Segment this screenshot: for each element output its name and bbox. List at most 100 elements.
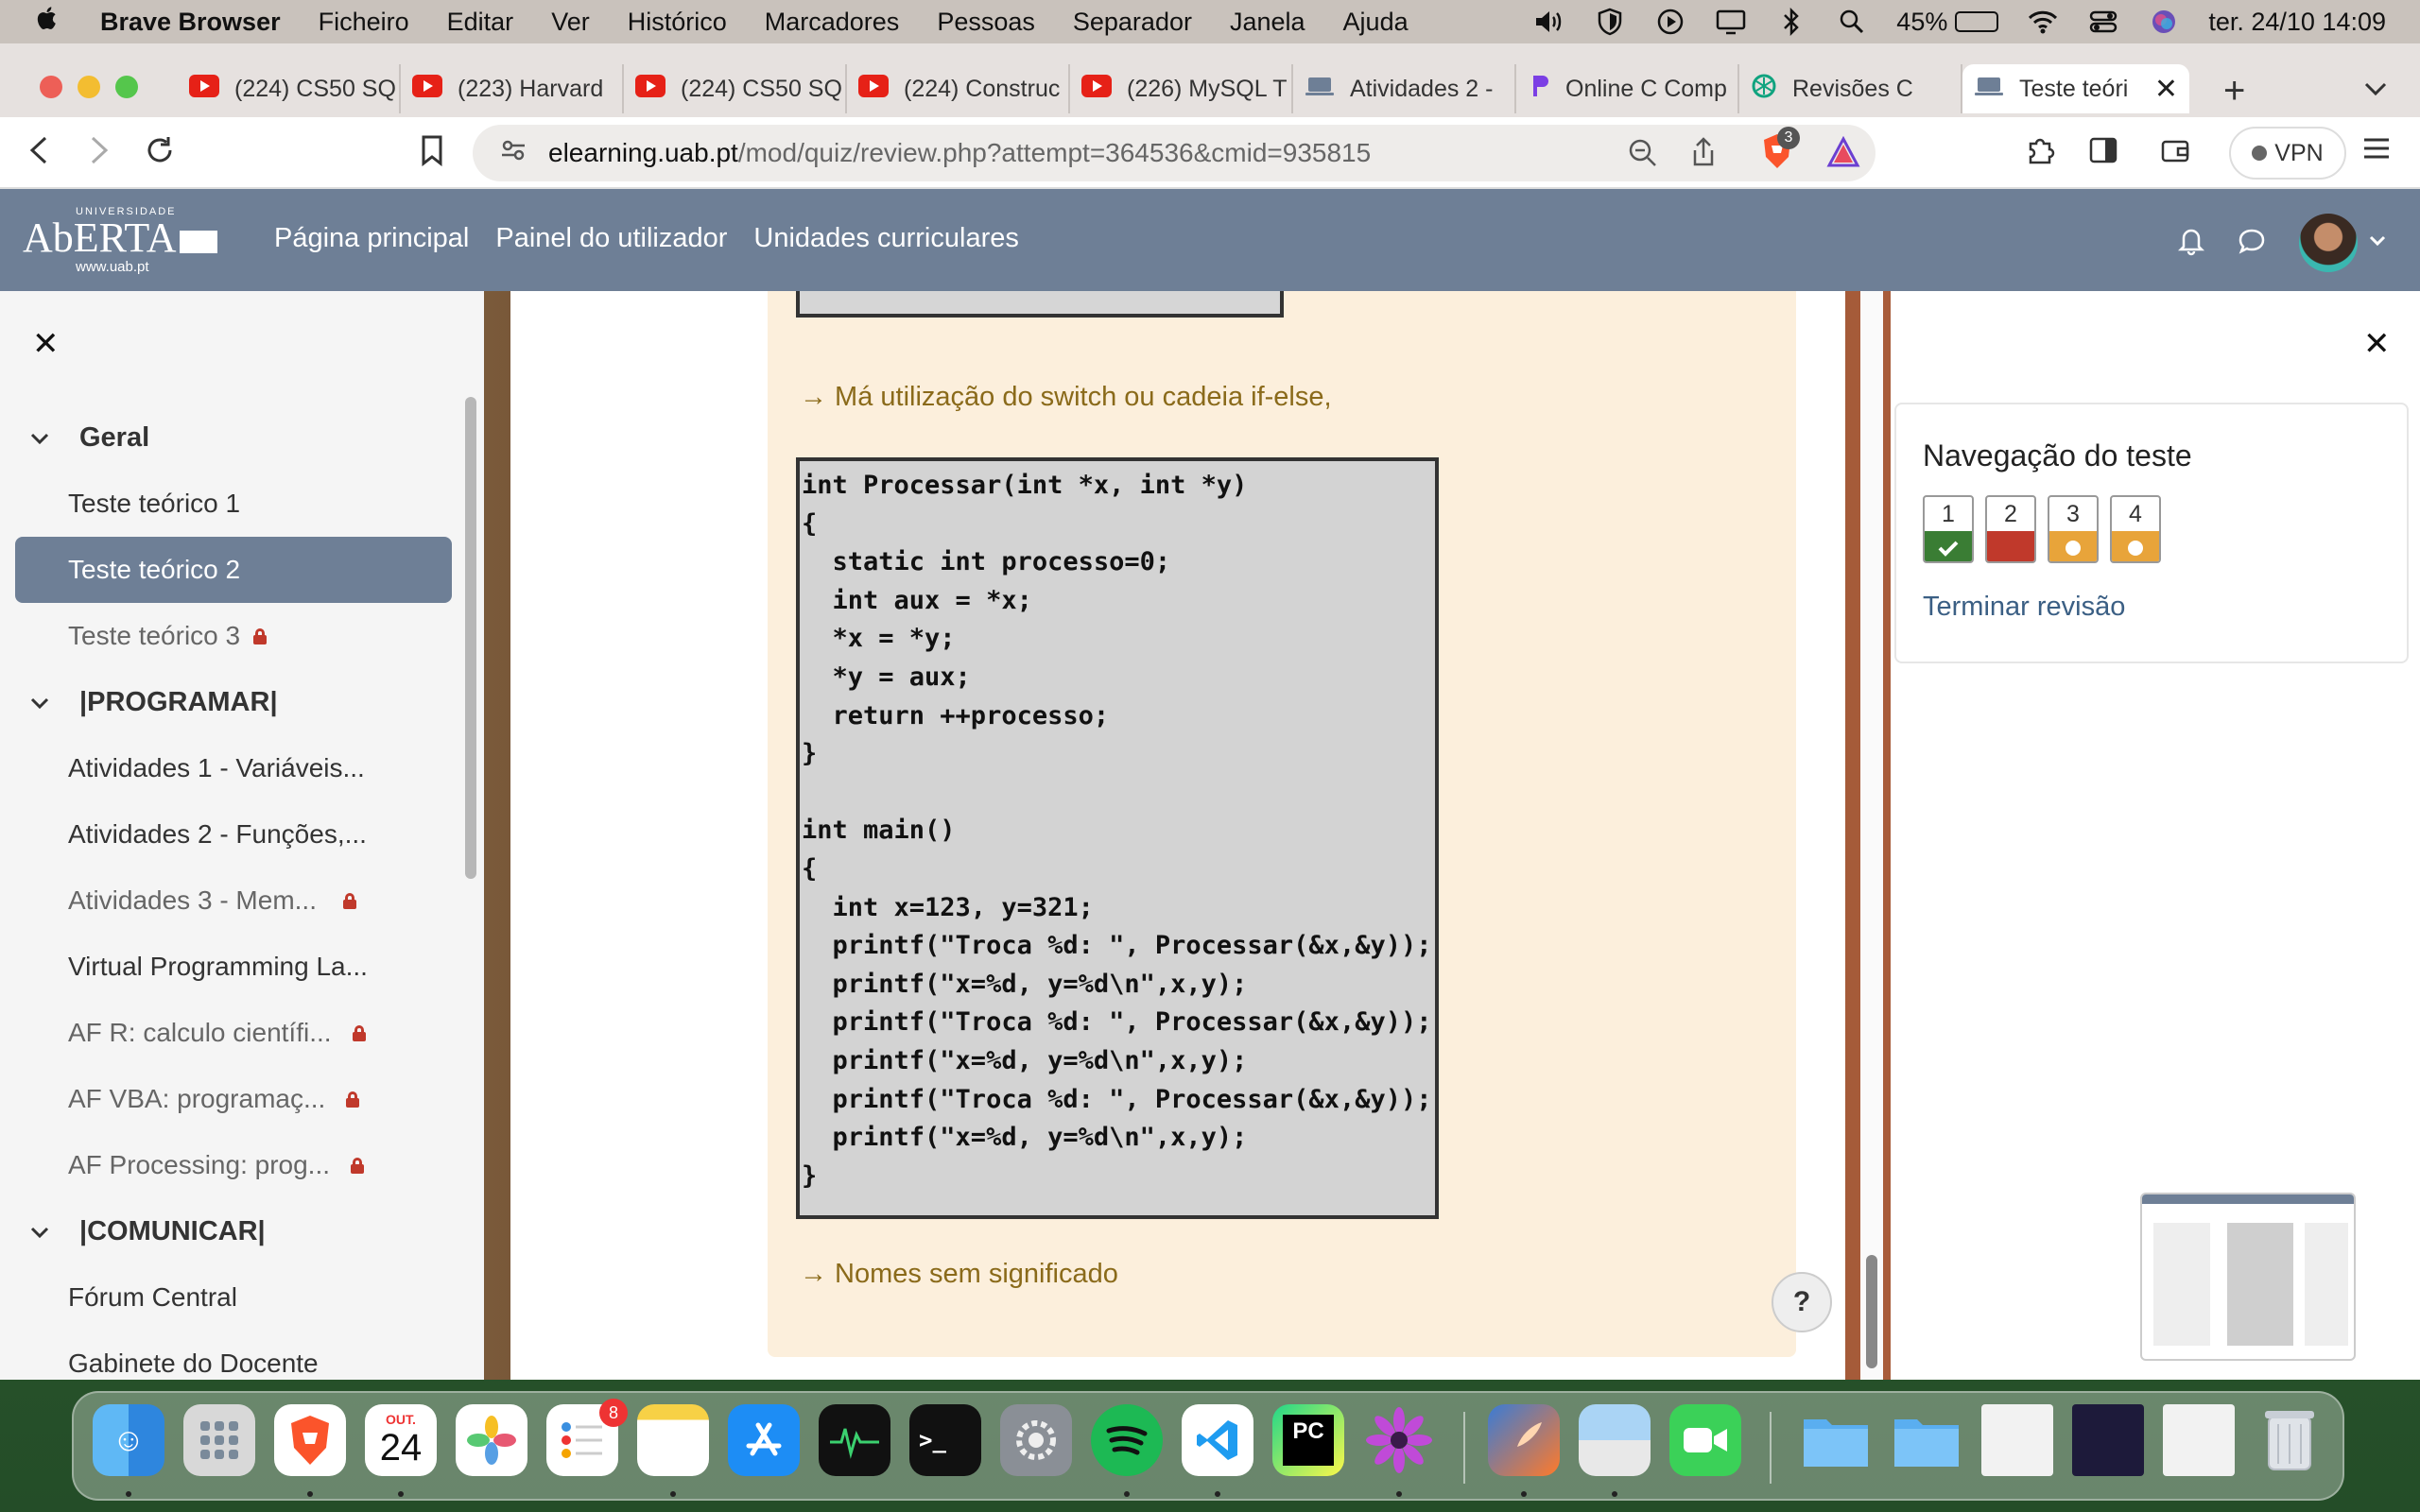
notification-bell-icon[interactable]: [2177, 226, 2205, 261]
reload-icon[interactable]: [144, 134, 176, 175]
brave-rewards-icon[interactable]: [1826, 135, 1860, 175]
menu-editar[interactable]: Editar: [447, 8, 514, 37]
nav-home-link[interactable]: Página principal: [274, 223, 469, 254]
course-item[interactable]: Fórum Central: [15, 1264, 452, 1331]
section-header-programar[interactable]: |PROGRAMAR|: [15, 669, 452, 735]
calendar-icon[interactable]: OUT. 24: [365, 1404, 437, 1476]
bluetooth-icon[interactable]: [1775, 8, 1807, 36]
terminal-icon[interactable]: >_: [909, 1404, 981, 1476]
recent-document-icon[interactable]: [2072, 1404, 2144, 1476]
rocket-app-icon[interactable]: [1488, 1404, 1560, 1476]
display-icon[interactable]: [1715, 8, 1747, 36]
address-bar[interactable]: elearning.uab.pt /mod/quiz/review.php?at…: [473, 125, 1876, 181]
univ-logo[interactable]: UNIVERSIDADE AbERTA www.uab.pt: [23, 204, 221, 276]
browser-tab[interactable]: (223) Harvard: [401, 64, 624, 113]
recent-document-icon[interactable]: [1981, 1404, 2053, 1476]
browser-tab[interactable]: (226) MySQL T: [1070, 64, 1293, 113]
course-item[interactable]: Teste teórico 3: [15, 603, 452, 669]
launchpad-icon[interactable]: [183, 1404, 255, 1476]
facetime-icon[interactable]: [1669, 1404, 1741, 1476]
browser-tab[interactable]: (224) CS50 SQ: [624, 64, 847, 113]
question-button-4[interactable]: 4: [2110, 495, 2161, 563]
messages-icon[interactable]: [2237, 227, 2267, 260]
finder-icon[interactable]: ☺: [93, 1404, 164, 1476]
browser-tab[interactable]: Revisões C: [1739, 64, 1962, 113]
section-header-comunicar[interactable]: |COMUNICAR|: [15, 1198, 452, 1264]
scrollbar-thumb[interactable]: [1866, 1255, 1877, 1368]
browser-tab[interactable]: Atividades 2 -: [1293, 64, 1516, 113]
apple-icon[interactable]: [34, 3, 68, 41]
close-drawer-icon[interactable]: ✕: [2363, 325, 2391, 363]
menu-ficheiro[interactable]: Ficheiro: [319, 8, 409, 37]
course-item[interactable]: AF R: calculo científi...: [15, 1000, 452, 1066]
page-scrollbar[interactable]: [1860, 291, 1883, 1380]
folder-icon[interactable]: [1800, 1404, 1872, 1476]
app-store-icon[interactable]: [728, 1404, 800, 1476]
finish-review-link[interactable]: Terminar revisão: [1923, 592, 2125, 623]
control-center-icon[interactable]: [2087, 8, 2119, 36]
close-tab-icon[interactable]: ✕: [2154, 73, 2178, 106]
menu-ver[interactable]: Ver: [551, 8, 590, 37]
course-item[interactable]: Virtual Programming La...: [15, 934, 452, 1000]
course-item[interactable]: Atividades 3 - Mem...: [15, 868, 452, 934]
brave-icon[interactable]: [274, 1404, 346, 1476]
spotlight-search-icon[interactable]: [1836, 8, 1868, 36]
course-item[interactable]: Teste teórico 1: [15, 471, 452, 537]
site-settings-icon[interactable]: [499, 138, 527, 169]
menu-marcadores[interactable]: Marcadores: [765, 8, 900, 37]
activity-monitor-icon[interactable]: [819, 1404, 890, 1476]
close-drawer-icon[interactable]: ✕: [32, 325, 60, 363]
sidebar-icon[interactable]: [2087, 134, 2119, 175]
section-header-geral[interactable]: Geral: [15, 404, 452, 471]
notes-icon[interactable]: [637, 1404, 709, 1476]
battery-status[interactable]: 45%: [1896, 8, 1999, 37]
zoom-window-button[interactable]: [115, 76, 138, 98]
course-item[interactable]: Atividades 2 - Funções,...: [15, 801, 452, 868]
browser-tab[interactable]: Online C Comp: [1516, 64, 1739, 113]
course-item[interactable]: AF VBA: programaç...: [15, 1066, 452, 1132]
drawer-scrollbar[interactable]: [465, 397, 476, 879]
play-circle-icon[interactable]: [1654, 8, 1686, 36]
menu-historico[interactable]: Histórico: [628, 8, 727, 37]
course-item[interactable]: AF Processing: prog...: [15, 1132, 452, 1198]
browser-tab-active[interactable]: Teste teóri ✕: [1962, 64, 2189, 113]
question-button-3[interactable]: 3: [2048, 495, 2099, 563]
question-button-2[interactable]: 2: [1985, 495, 2036, 563]
hamburger-menu-icon[interactable]: [2361, 134, 2392, 171]
question-button-1[interactable]: 1: [1923, 495, 1974, 563]
browser-tab[interactable]: (224) Construc: [847, 64, 1070, 113]
menu-ajuda[interactable]: Ajuda: [1343, 8, 1409, 37]
minimize-window-button[interactable]: [78, 76, 100, 98]
folder-icon[interactable]: [1891, 1404, 1962, 1476]
shield-icon[interactable]: [1594, 8, 1626, 36]
flower-app-icon[interactable]: [1363, 1404, 1435, 1476]
menu-pessoas[interactable]: Pessoas: [937, 8, 1035, 37]
help-button[interactable]: ?: [1772, 1272, 1832, 1332]
wifi-icon[interactable]: [2027, 8, 2059, 36]
vpn-button[interactable]: VPN: [2229, 127, 2346, 180]
siri-icon[interactable]: [2148, 8, 2180, 36]
menu-janela[interactable]: Janela: [1230, 8, 1305, 37]
bookmark-icon[interactable]: [420, 134, 444, 175]
recent-document-icon[interactable]: [2163, 1404, 2235, 1476]
preview-icon[interactable]: [1579, 1404, 1651, 1476]
photos-icon[interactable]: [456, 1404, 527, 1476]
system-settings-icon[interactable]: [1000, 1404, 1072, 1476]
menu-app-name[interactable]: Brave Browser: [100, 8, 281, 37]
browser-tab[interactable]: (224) CS50 SQ: [178, 64, 401, 113]
course-item[interactable]: Atividades 1 - Variáveis...: [15, 735, 452, 801]
forward-icon[interactable]: [85, 134, 112, 175]
spotify-icon[interactable]: [1091, 1404, 1163, 1476]
new-tab-button[interactable]: +: [2223, 70, 2245, 112]
screenshot-preview[interactable]: [2140, 1193, 2356, 1361]
close-window-button[interactable]: [40, 76, 62, 98]
wallet-icon[interactable]: [2159, 134, 2191, 175]
pycharm-icon[interactable]: PC: [1272, 1404, 1344, 1476]
vscode-icon[interactable]: [1182, 1404, 1253, 1476]
share-icon[interactable]: [1690, 136, 1717, 175]
course-item-active[interactable]: Teste teórico 2: [15, 537, 452, 603]
menu-separador[interactable]: Separador: [1073, 8, 1192, 37]
volume-icon[interactable]: [1533, 8, 1565, 36]
back-icon[interactable]: [26, 134, 53, 175]
user-menu[interactable]: [2299, 214, 2386, 272]
